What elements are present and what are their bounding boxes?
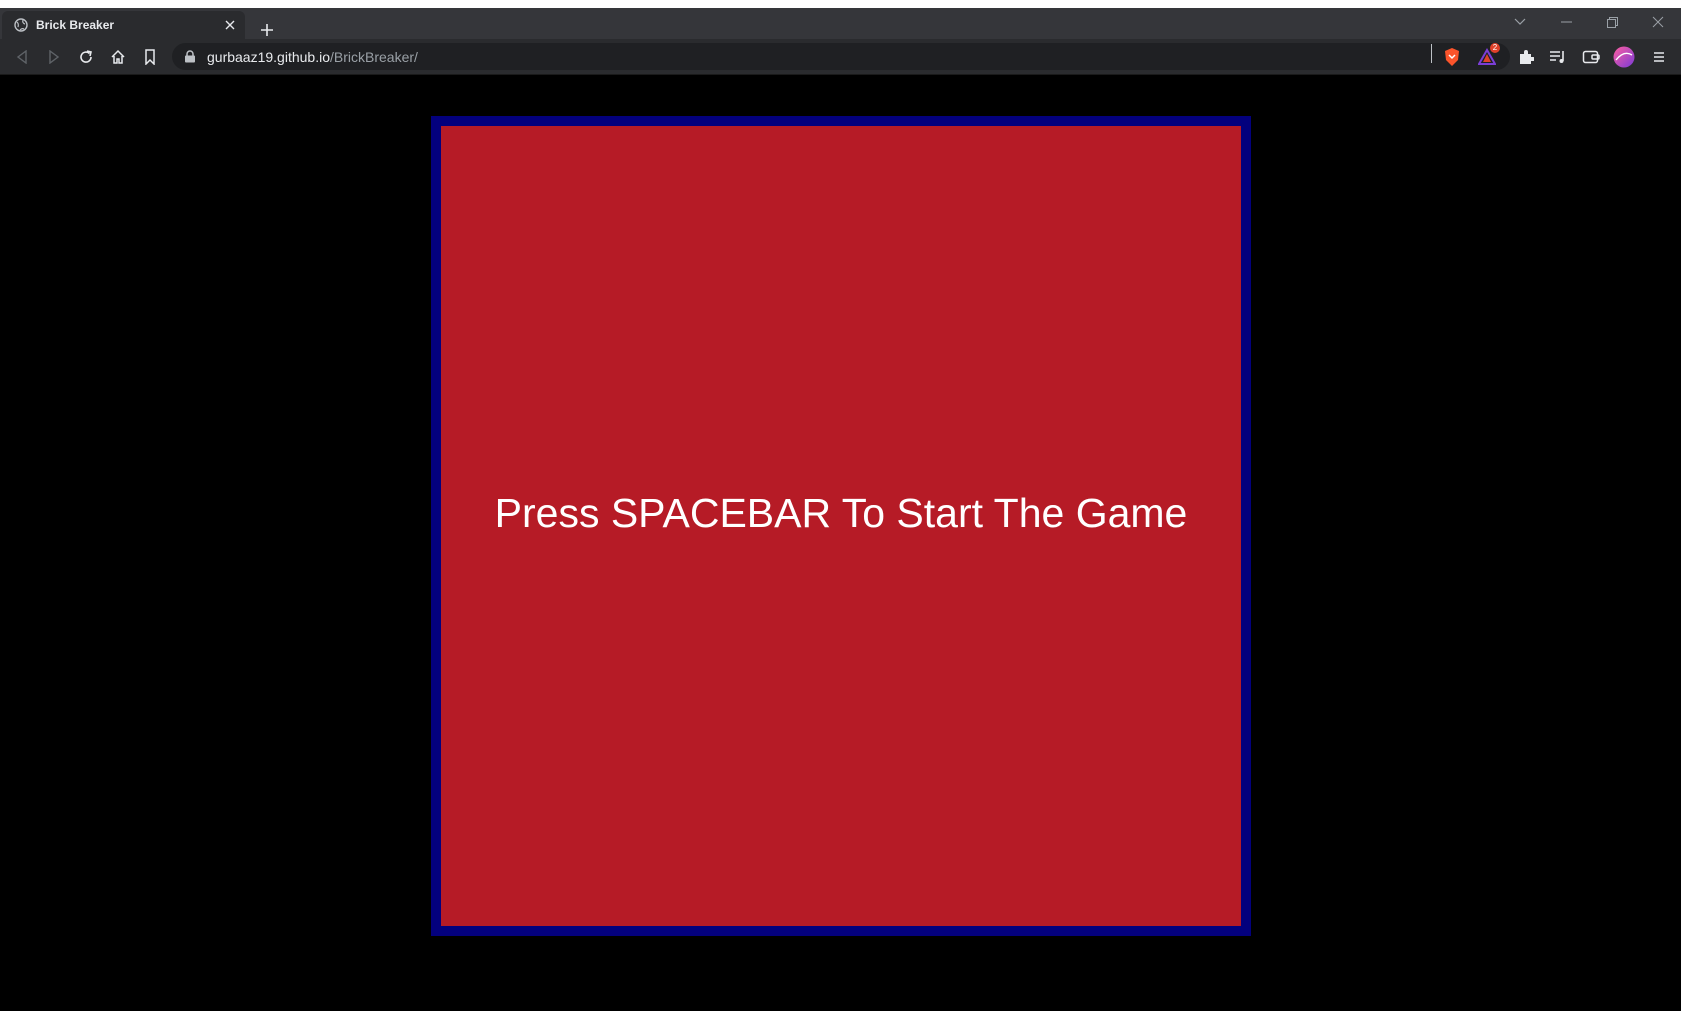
home-icon[interactable] [108,47,128,67]
screen-top-edge [0,0,1681,8]
tab-brick-breaker[interactable]: Brick Breaker [2,11,245,39]
tab-close-icon[interactable] [223,18,237,32]
browser-window: Brick Breaker gurbaaz19.github.io/BrickB… [0,0,1681,1011]
playlist-icon[interactable] [1547,46,1569,68]
back-arrow-icon[interactable] [12,47,32,67]
tab-bar: Brick Breaker [0,8,1681,39]
game-board-border: Press SPACEBAR To Start The Game [431,116,1251,936]
minimize-icon[interactable] [1543,8,1589,36]
puzzle-icon[interactable] [1515,46,1537,68]
address-bar[interactable]: gurbaaz19.github.io/BrickBreaker/ [172,43,1510,70]
rewards-badge: 2 [1490,43,1500,53]
url-path: /BrickBreaker/ [330,49,418,65]
game-canvas[interactable]: Press SPACEBAR To Start The Game [441,126,1241,926]
brave-rewards-icon[interactable]: 2 [1476,43,1500,68]
tab-search-chevron-down-icon[interactable] [1497,8,1543,36]
wallet-icon[interactable] [1580,46,1602,68]
url-text: gurbaaz19.github.io/BrickBreaker/ [207,49,418,65]
lock-icon [185,50,195,63]
start-game-message: Press SPACEBAR To Start The Game [494,489,1188,536]
restore-icon[interactable] [1589,8,1635,36]
globe-icon [14,18,28,32]
reload-icon[interactable] [76,47,96,67]
brave-shield-icon[interactable] [1441,46,1463,68]
browser-toolbar: gurbaaz19.github.io/BrickBreaker/ 2 [0,39,1681,75]
tab-title: Brick Breaker [36,18,115,32]
menu-icon[interactable] [1648,46,1670,68]
window-close-icon[interactable] [1635,8,1681,36]
new-tab-plus-icon[interactable] [258,21,276,39]
url-host: gurbaaz19.github.io [207,49,330,65]
toolbar-divider [1431,44,1432,63]
forward-arrow-icon[interactable] [44,47,64,67]
page-viewport: Press SPACEBAR To Start The Game [0,75,1681,1011]
bookmark-icon[interactable] [140,47,160,67]
profile-avatar[interactable] [1613,46,1635,68]
window-controls [1497,8,1681,36]
